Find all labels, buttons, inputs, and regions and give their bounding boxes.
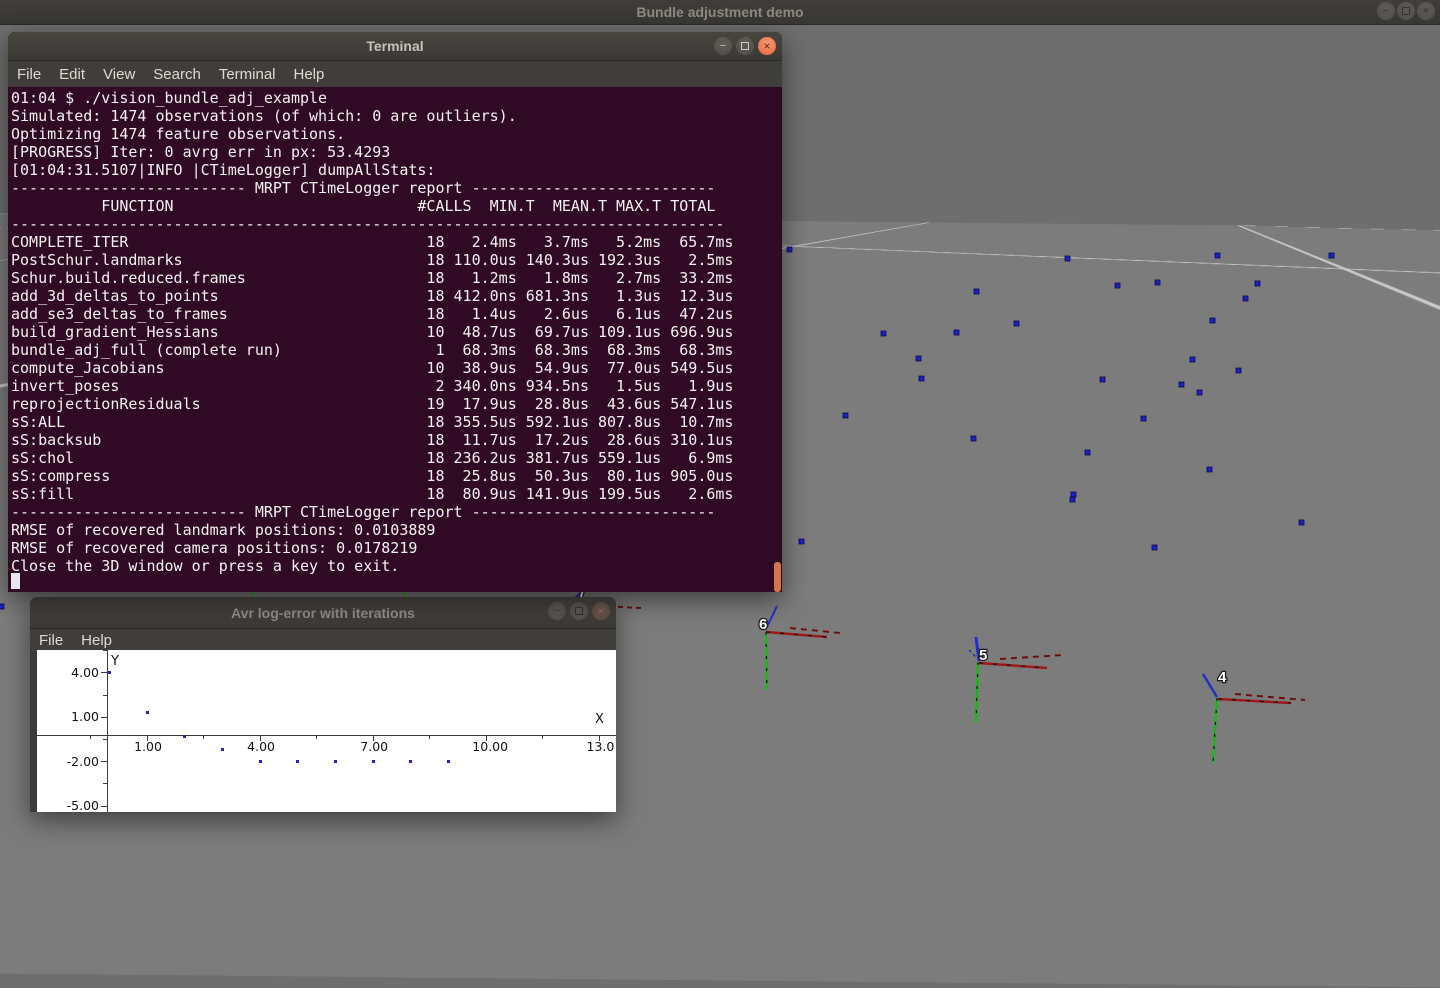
menu-item-edit[interactable]: Edit — [50, 66, 94, 83]
y-tick — [101, 717, 107, 718]
terminal-close-button[interactable]: × — [758, 37, 776, 55]
y-tick-label: -2.00 — [59, 754, 99, 769]
plot-title: Avr log-error with iterations — [231, 605, 415, 621]
terminal-minimize-button[interactable]: − — [714, 37, 732, 55]
terminal-output[interactable]: 01:04 $ ./vision_bundle_adj_example Simu… — [8, 87, 782, 593]
maximize-icon — [1402, 7, 1410, 15]
x-tick-label: 10.00 — [472, 739, 502, 754]
x-minor-tick — [429, 735, 430, 739]
chart-data-point — [259, 760, 262, 763]
maximize-icon — [741, 42, 749, 50]
x-tick-label: 7.00 — [359, 739, 389, 754]
chart-data-point — [447, 760, 450, 763]
main-window-titlebar[interactable]: Bundle adjustment demo − × — [0, 0, 1440, 25]
terminal-scrollbar-thumb[interactable] — [774, 562, 781, 592]
chart-data-point — [108, 671, 111, 674]
terminal-window: Terminal − × FileEditViewSearchTerminalH… — [8, 32, 782, 592]
terminal-controls: − × — [714, 37, 776, 55]
main-window-controls: − × — [1377, 2, 1435, 20]
x-axis-label: X — [595, 712, 604, 727]
x-minor-tick — [542, 735, 543, 739]
plot-canvas: Y X 1.00 4.00 7.00 10.00 13.0 4.00 1.00 -2.00 -5… — [37, 650, 616, 812]
y-minor-tick — [103, 695, 107, 696]
plot-controls: − × — [548, 602, 610, 620]
menu-item-help[interactable]: Help — [72, 632, 121, 649]
x-minor-tick — [316, 735, 317, 739]
plot-minimize-button[interactable]: − — [548, 602, 566, 620]
terminal-menubar: FileEditViewSearchTerminalHelp — [8, 61, 782, 87]
menu-item-help[interactable]: Help — [285, 66, 334, 83]
menu-item-file[interactable]: File — [8, 66, 50, 83]
menu-item-terminal[interactable]: Terminal — [210, 66, 285, 83]
main-close-button[interactable]: × — [1417, 2, 1435, 20]
chart-data-point — [146, 711, 149, 714]
menu-item-file[interactable]: File — [30, 632, 72, 649]
y-tick-label: -5.00 — [59, 798, 99, 812]
y-axis-label: Y — [111, 654, 119, 669]
x-minor-tick — [203, 735, 204, 739]
terminal-title: Terminal — [366, 38, 423, 54]
y-minor-tick — [103, 783, 107, 784]
y-tick — [101, 672, 107, 673]
plot-window: Avr log-error with iterations − × FileHe… — [30, 597, 616, 812]
plot-menubar: FileHelp — [30, 629, 616, 651]
main-window-title: Bundle adjustment demo — [636, 4, 803, 20]
terminal-cursor — [11, 573, 20, 589]
plot-titlebar[interactable]: Avr log-error with iterations − × — [30, 597, 616, 629]
chart-data-point — [183, 735, 186, 738]
y-axis-line — [107, 650, 108, 812]
y-tick — [101, 761, 107, 762]
chart-data-point — [221, 748, 224, 751]
x-tick-label: 1.00 — [133, 739, 163, 754]
x-tick-label: 4.00 — [246, 739, 276, 754]
terminal-titlebar[interactable]: Terminal − × — [8, 32, 782, 61]
y-minor-tick — [103, 650, 107, 651]
main-maximize-button[interactable] — [1397, 2, 1415, 20]
main-minimize-button[interactable]: − — [1377, 2, 1395, 20]
chart-data-point — [372, 760, 375, 763]
maximize-icon — [575, 607, 583, 615]
y-minor-tick — [103, 739, 107, 740]
chart-data-point — [334, 760, 337, 763]
y-tick-label: 4.00 — [59, 665, 99, 680]
menu-item-view[interactable]: View — [94, 66, 144, 83]
plot-close-button[interactable]: × — [592, 602, 610, 620]
desktop: { "main_window": { "title": "Bundle adju… — [0, 0, 1440, 839]
menu-item-search[interactable]: Search — [144, 66, 210, 83]
chart-data-point — [409, 760, 412, 763]
x-minor-tick — [90, 735, 91, 739]
y-tick — [101, 806, 107, 807]
plot-maximize-button[interactable] — [570, 602, 588, 620]
y-tick-label: 1.00 — [59, 709, 99, 724]
chart-data-point — [296, 760, 299, 763]
x-axis-line — [37, 735, 616, 736]
terminal-maximize-button[interactable] — [736, 37, 754, 55]
x-tick-label: 13.0 — [585, 739, 615, 754]
